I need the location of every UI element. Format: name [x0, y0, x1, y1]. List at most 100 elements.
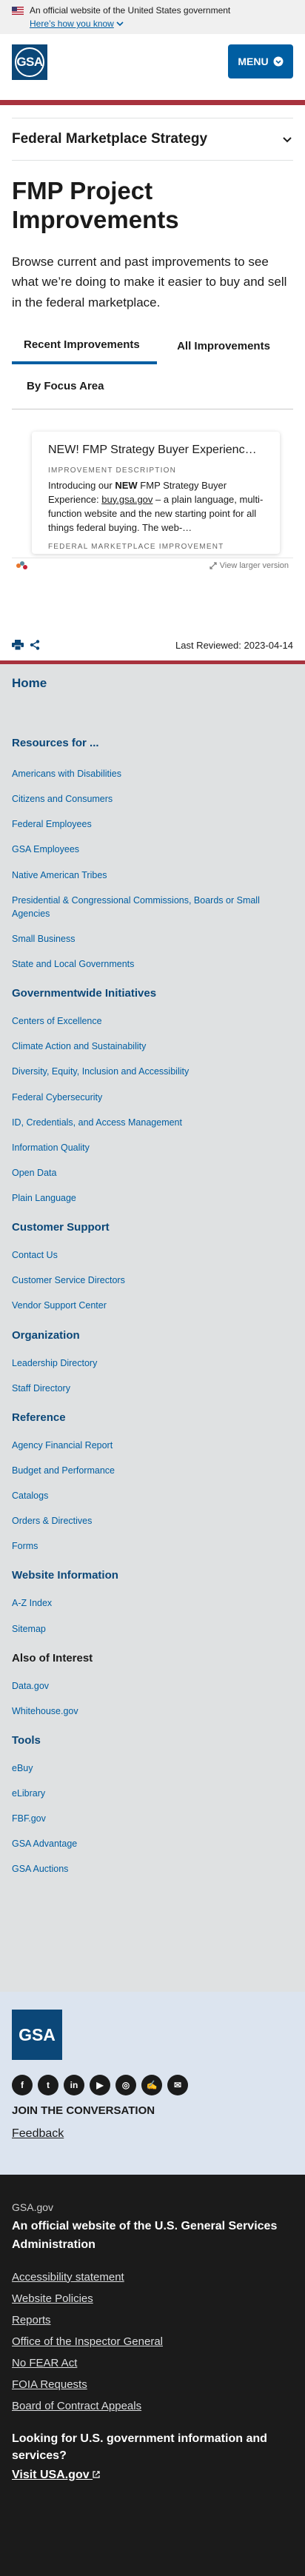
print-icon[interactable]: [12, 640, 24, 650]
footer-link[interactable]: Citizens and Consumers: [12, 792, 293, 806]
footer-link[interactable]: Agency Financial Report: [12, 1439, 293, 1452]
card-foot-label: FEDERAL MARKETPLACE IMPROVEMENT: [48, 542, 224, 551]
tools-list: eBuy eLibrary FBF.gov GSA Advantage GSA …: [12, 1762, 293, 1876]
tab-all-improvements[interactable]: All Improvements: [157, 329, 290, 364]
identifier-link[interactable]: Website Policies: [12, 2292, 293, 2305]
tableau-embed: NEW! FMP Strategy Buyer Experienc… IMPRO…: [12, 426, 293, 600]
visit-usagov-label: Visit USA.gov: [12, 2468, 90, 2481]
footer-link[interactable]: Centers of Excellence: [12, 1014, 293, 1028]
email-icon[interactable]: ✉: [167, 2075, 188, 2095]
footer-link[interactable]: Budget and Performance: [12, 1464, 293, 1477]
youtube-icon[interactable]: ▶: [90, 2075, 110, 2095]
improvement-card[interactable]: NEW! FMP Strategy Buyer Experienc… IMPRO…: [32, 431, 280, 554]
footer-link[interactable]: Customer Service Directors: [12, 1274, 293, 1287]
how-you-know-label: Here’s how you know: [30, 19, 114, 29]
identifier-domain: GSA.gov: [12, 2201, 54, 2213]
footer-link[interactable]: eLibrary: [12, 1787, 293, 1800]
page-lead: Browse current and past improvements to …: [12, 255, 287, 310]
footer-link[interactable]: State and Local Governments: [12, 957, 293, 971]
footer-link[interactable]: Native American Tribes: [12, 869, 293, 882]
twitter-icon[interactable]: t: [38, 2075, 58, 2095]
page-utility-row: Last Reviewed: 2023-04-14: [0, 634, 305, 656]
menu-button[interactable]: MENU: [228, 44, 293, 78]
desc-new: NEW: [115, 479, 138, 491]
instagram-icon[interactable]: ◎: [115, 2075, 136, 2095]
tab-recent-improvements[interactable]: Recent Improvements: [12, 329, 157, 364]
identifier-links: Accessibility statement Website Policies…: [12, 2271, 293, 2412]
organization-heading: Organization: [12, 1328, 80, 1342]
footer-link[interactable]: Open Data: [12, 1166, 293, 1180]
footer-link[interactable]: GSA Employees: [12, 843, 293, 856]
footer-link[interactable]: FBF.gov: [12, 1812, 293, 1825]
linkedin-icon[interactable]: in: [64, 2075, 84, 2095]
tools-heading: Tools: [12, 1733, 41, 1747]
footer-link[interactable]: Forms: [12, 1539, 293, 1553]
feedback-link[interactable]: Feedback: [12, 2127, 64, 2141]
visit-usagov-link[interactable]: Visit USA.gov: [12, 2469, 100, 2482]
buy-gsa-link[interactable]: buy.gsa.gov: [101, 494, 152, 505]
footer-link[interactable]: GSA Advantage: [12, 1837, 293, 1850]
identifier-link[interactable]: Board of Contract Appeals: [12, 2400, 293, 2412]
footer-link[interactable]: Leadership Directory: [12, 1356, 293, 1370]
footer-link[interactable]: Diversity, Equity, Inclusion and Accessi…: [12, 1065, 293, 1078]
footer-link[interactable]: GSA Auctions: [12, 1862, 293, 1876]
logo-ring: [15, 47, 44, 77]
footer-link[interactable]: Orders & Directives: [12, 1514, 293, 1528]
chevron-down-icon: [116, 21, 124, 27]
identifier-link[interactable]: No FEAR Act: [12, 2357, 293, 2369]
footer-link[interactable]: Sitemap: [12, 1622, 293, 1636]
view-larger-label: View larger version: [219, 561, 289, 571]
utility-icons: [12, 640, 40, 650]
external-link-icon: [93, 2471, 100, 2478]
official-site-text: An official website of the United States…: [30, 5, 231, 16]
footer-link[interactable]: Federal Employees: [12, 817, 293, 831]
improvement-tabs: Recent Improvements All Improvements By …: [12, 329, 293, 409]
footer-link[interactable]: Climate Action and Sustainability: [12, 1040, 293, 1053]
organization-list: Leadership Directory Staff Directory: [12, 1356, 293, 1395]
footer-link[interactable]: Small Business: [12, 932, 293, 946]
also-of-interest-heading: Also of Interest: [12, 1651, 93, 1665]
website-info-list: A-Z Index Sitemap: [12, 1596, 293, 1635]
footer-link[interactable]: Federal Cybersecurity: [12, 1091, 293, 1104]
footer-link[interactable]: eBuy: [12, 1762, 293, 1775]
footer-link[interactable]: Staff Directory: [12, 1382, 293, 1395]
how-you-know-link[interactable]: Here’s how you know: [30, 19, 124, 29]
resources-list: Americans with Disabilities Citizens and…: [12, 767, 293, 971]
chevron-down-icon: [283, 137, 292, 143]
facebook-icon[interactable]: f: [12, 2075, 33, 2095]
footer-nav: Home Resources for ... Americans with Di…: [0, 664, 305, 1992]
share-icon[interactable]: [30, 640, 40, 650]
card-title: NEW! FMP Strategy Buyer Experienc…: [48, 443, 257, 456]
footer-link[interactable]: Vendor Support Center: [12, 1299, 293, 1312]
identifier-link[interactable]: Office of the Inspector General: [12, 2335, 293, 2348]
identifier-link[interactable]: Accessibility statement: [12, 2271, 293, 2284]
blog-icon[interactable]: ✍: [141, 2075, 162, 2095]
gov-banner: An official website of the United States…: [0, 0, 305, 34]
footer-link[interactable]: ID, Credentials, and Access Management: [12, 1116, 293, 1129]
desc-text: Introducing our: [48, 479, 115, 491]
usagov-heading: Looking for U.S. government information …: [12, 2432, 267, 2462]
tab-by-focus-area[interactable]: By Focus Area: [12, 364, 293, 409]
footer-link[interactable]: Americans with Disabilities: [12, 767, 293, 780]
footer-link[interactable]: A-Z Index: [12, 1596, 293, 1610]
section-nav-toggle[interactable]: Federal Marketplace Strategy: [12, 118, 293, 161]
footer-home-link[interactable]: Home: [12, 676, 293, 691]
tableau-logo-icon: [16, 561, 28, 570]
gsa-logo[interactable]: GSA: [12, 44, 47, 80]
footer-link[interactable]: Information Quality: [12, 1141, 293, 1154]
footer-link[interactable]: Whitehouse.gov: [12, 1704, 293, 1718]
footer-link[interactable]: Contact Us: [12, 1248, 293, 1262]
gsa-footer-logo[interactable]: GSA: [12, 2010, 62, 2060]
page-title: FMP Project Improvements: [12, 177, 179, 233]
footer-link[interactable]: Data.gov: [12, 1679, 293, 1693]
footer-link[interactable]: Plain Language: [12, 1191, 293, 1205]
identifier-link[interactable]: FOIA Requests: [12, 2378, 293, 2391]
identifier-official: An official website of the U.S. General …: [12, 2220, 278, 2251]
identifier-link[interactable]: Reports: [12, 2314, 293, 2326]
view-larger-link[interactable]: View larger version: [210, 561, 289, 570]
footer-link[interactable]: Presidential & Congressional Commissions…: [12, 894, 293, 920]
footer-link[interactable]: Catalogs: [12, 1489, 293, 1502]
footer-brand: GSA f t in ▶ ◎ ✍ ✉ JOIN THE CONVERSATION…: [0, 1992, 305, 2175]
gov-initiatives-list: Centers of Excellence Climate Action and…: [12, 1014, 293, 1205]
last-reviewed: Last Reviewed: 2023-04-14: [175, 639, 293, 651]
